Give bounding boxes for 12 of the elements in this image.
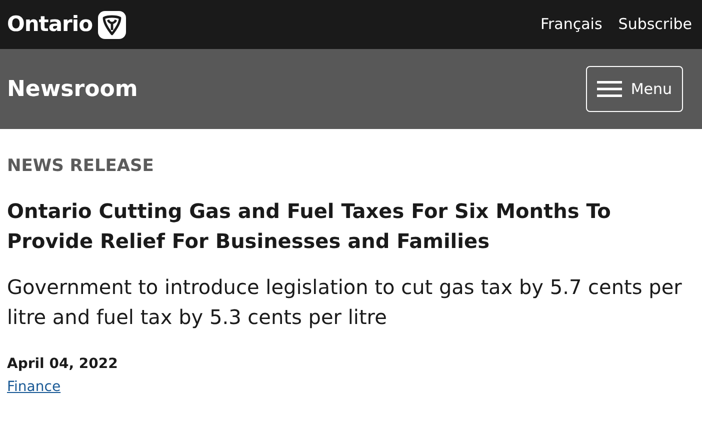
header-link[interactable]: Français	[540, 13, 602, 36]
header-link[interactable]: Subscribe	[618, 13, 692, 36]
logo-text: Ontario	[7, 10, 92, 38]
headline: Ontario Cutting Gas and Fuel Taxes For Six Months To Provide Relief For Businesses and Families	[7, 198, 612, 255]
trillium-logo-icon	[98, 10, 126, 38]
menu-button[interactable]: Menu	[586, 66, 683, 112]
publish-date: April 04, 2022	[7, 355, 119, 374]
section-title: Newsroom	[7, 76, 138, 104]
menu-icon	[596, 81, 622, 97]
subheading: Government to introduce legislation to cut gas tax by 5.7 cents per litre and fuel tax by 5.3 cents per litre	[7, 274, 683, 331]
category-link[interactable]: Finance	[7, 379, 61, 395]
news-release-label: NEWS RELEASE	[7, 155, 155, 177]
